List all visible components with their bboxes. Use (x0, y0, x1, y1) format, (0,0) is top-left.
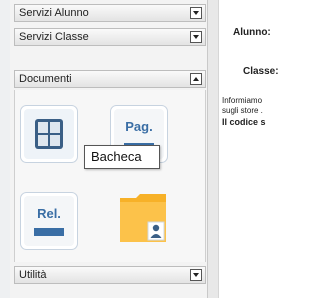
expand-icon[interactable] (190, 269, 202, 281)
accordion-header-servizi-alunno[interactable]: Servizi Alunno (14, 4, 206, 22)
accordion-header-label: Documenti (19, 73, 72, 85)
expand-icon[interactable] (190, 31, 202, 43)
expand-icon[interactable] (190, 7, 202, 19)
relazione-button[interactable]: Rel. (20, 192, 78, 250)
relazione-label: Rel. (37, 206, 61, 221)
left-page-edge (0, 0, 10, 298)
info-bold-text: Il codice s (222, 117, 266, 127)
classe-label: Classe: (243, 66, 279, 77)
main-content: Alunno: Classe: Informiamo sugli store .… (218, 0, 282, 298)
bacheca-button[interactable] (20, 105, 78, 163)
bacheca-tooltip: Bacheca (84, 145, 160, 169)
splitter[interactable] (208, 0, 218, 298)
accordion-header-servizi-classe[interactable]: Servizi Classe (14, 28, 206, 46)
info-text-line: sugli store . (222, 106, 263, 115)
alunno-label: Alunno: (233, 27, 271, 38)
collapse-icon[interactable] (190, 73, 202, 85)
info-text-line: Informiamo (222, 96, 263, 105)
pagella-label: Pag. (125, 119, 152, 134)
sidebar-accordion: Servizi Alunno Servizi Classe Documenti (10, 0, 208, 298)
accordion-header-label: Utilità (19, 269, 47, 281)
folder-user-button[interactable] (118, 190, 176, 248)
accordion-header-utilita[interactable]: Utilità (14, 266, 206, 284)
accordion-header-label: Servizi Alunno (19, 7, 89, 19)
accordion-header-documenti[interactable]: Documenti (14, 70, 206, 88)
user-icon (152, 224, 160, 232)
accordion-header-label: Servizi Classe (19, 31, 89, 43)
